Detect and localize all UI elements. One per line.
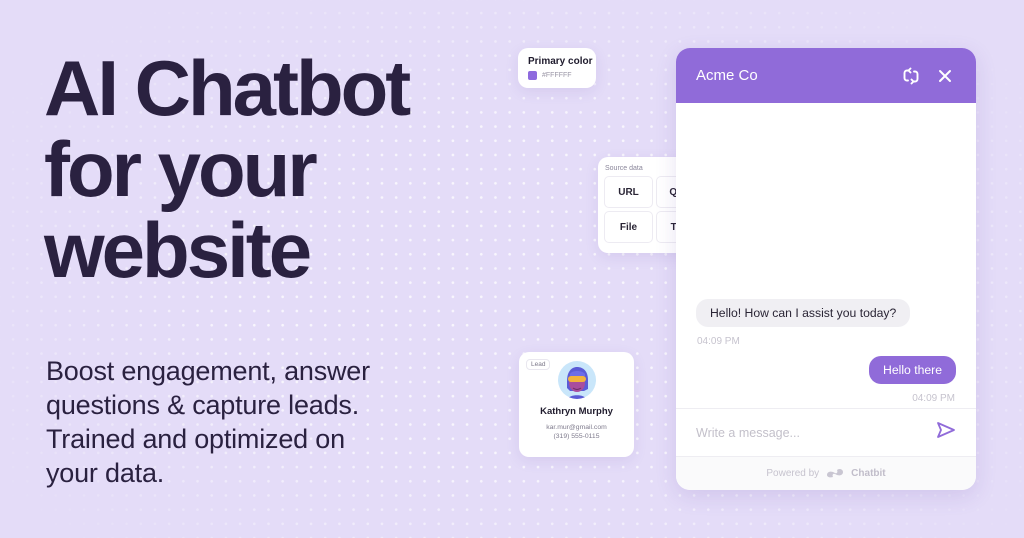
subtitle-line-3: Trained and optimized on [46, 424, 345, 454]
chatbit-brand-link[interactable]: Chatbit [851, 468, 885, 479]
subtitle-line-4: your data. [46, 458, 165, 488]
chat-widget: Acme Co Hello! How can I assist you toda… [676, 48, 976, 490]
bot-message-time: 04:09 PM [697, 336, 740, 347]
subtitle-line-1: Boost engagement, answer [46, 356, 370, 386]
hero-banner: AI Chatbot for your website Boost engage… [0, 0, 1024, 538]
chatbit-logo-icon [825, 466, 845, 481]
send-icon[interactable] [936, 421, 956, 444]
lead-name: Kathryn Murphy [540, 406, 613, 417]
source-option-url[interactable]: URL [604, 176, 653, 208]
chat-footer: Powered by Chatbit [676, 456, 976, 490]
lead-email: kar.mur@gmail.com [546, 424, 607, 431]
refresh-icon[interactable] [900, 65, 922, 87]
color-hex-value: #FFFFFF [542, 72, 572, 79]
subtitle: Boost engagement, answer questions & cap… [46, 354, 426, 490]
headline-line-1: AI Chatbot [44, 44, 411, 132]
headline-line-2: for your [44, 125, 318, 213]
source-option-file[interactable]: File [604, 211, 653, 243]
color-swatch[interactable] [528, 71, 537, 80]
headline-line-3: website [44, 206, 312, 294]
primary-color-card: Primary color #FFFFFF [518, 48, 596, 88]
message-input[interactable] [696, 425, 936, 440]
powered-by-label: Powered by [766, 468, 820, 479]
subtitle-line-2: questions & capture leads. [46, 390, 359, 420]
close-icon[interactable] [934, 65, 956, 87]
user-message: Hello there [869, 356, 956, 384]
headline: AI Chatbot for your website [44, 44, 411, 294]
lead-card: Lead Kathryn Murphy kar.mur@gmail.com (3… [519, 352, 634, 457]
lead-phone: (319) 555-0115 [553, 433, 600, 440]
primary-color-picker[interactable]: #FFFFFF [528, 71, 586, 80]
primary-color-title: Primary color [528, 56, 593, 67]
chat-title: Acme Co [696, 67, 758, 84]
lead-badge: Lead [526, 359, 551, 370]
bot-message: Hello! How can I assist you today? [696, 299, 911, 327]
chat-messages: Hello! How can I assist you today? 04:09… [676, 103, 976, 408]
user-avatar-icon [557, 361, 596, 399]
chat-input-bar [676, 408, 976, 456]
chat-header: Acme Co [676, 48, 976, 103]
user-message-time: 04:09 PM [912, 393, 955, 404]
